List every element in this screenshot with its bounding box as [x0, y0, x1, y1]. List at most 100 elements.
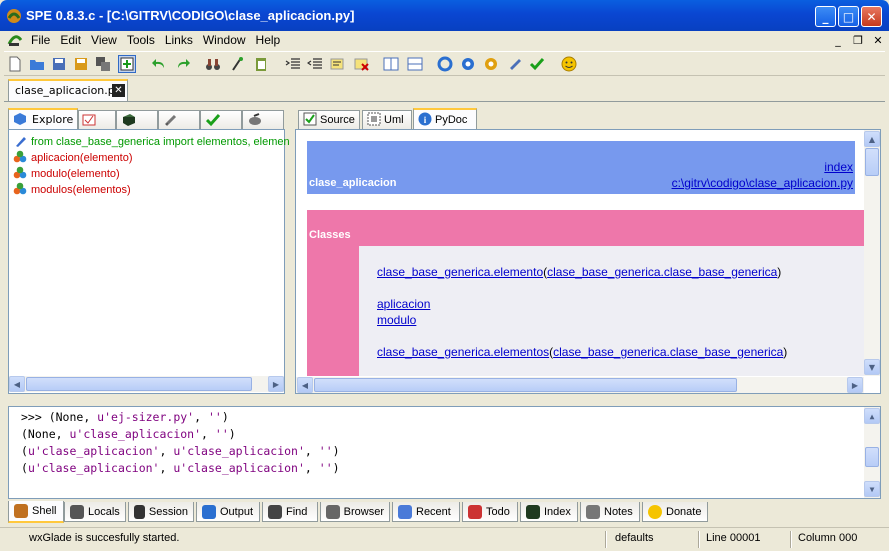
menu-file[interactable]: File — [26, 31, 55, 49]
scroll-left-icon[interactable]: ◀ — [297, 377, 313, 393]
menu-help[interactable]: Help — [251, 31, 286, 49]
tab-session[interactable]: Session — [128, 502, 194, 522]
tab-output[interactable]: Output — [196, 502, 260, 522]
explore-tree[interactable]: from clase_base_generica import elemento… — [8, 129, 290, 394]
tree-item[interactable]: aplicacion(elemento) — [13, 150, 133, 166]
tree-item[interactable]: modulos(elementos) — [13, 182, 131, 198]
class-entry: clase_base_generica.elementos(clase_base… — [377, 345, 787, 359]
paste-icon[interactable] — [252, 55, 270, 73]
save-icon[interactable] — [50, 55, 68, 73]
tab-index[interactable] — [116, 110, 158, 129]
tab-source[interactable]: Source — [298, 110, 360, 129]
menu-window[interactable]: Window — [198, 31, 251, 49]
scroll-thumb[interactable] — [865, 148, 879, 176]
tab-index[interactable]: Index — [520, 502, 578, 522]
mdi-restore-button[interactable]: ❐ — [850, 32, 866, 48]
tree-item-label: modulo(elemento) — [31, 168, 120, 180]
module-path-link[interactable]: c:\gitrv\codigo\clase_aplicacion.py — [672, 176, 853, 190]
menu-view[interactable]: View — [86, 31, 122, 49]
find-binoculars-icon[interactable] — [204, 55, 222, 73]
tree-item[interactable]: from clase_base_generica import elemento… — [13, 134, 290, 150]
scroll-left-icon[interactable]: ◀ — [9, 376, 25, 392]
tab-shell[interactable]: Shell — [8, 501, 64, 523]
vertical-scrollbar[interactable]: ▲ ▼ — [864, 407, 880, 498]
run-gear-icon[interactable] — [482, 55, 500, 73]
menu-links[interactable]: Links — [160, 31, 198, 49]
base-class-link[interactable]: clase_base_generica.clase_base_generica — [547, 265, 777, 279]
scroll-thumb[interactable] — [26, 377, 252, 391]
new-file-icon[interactable] — [6, 55, 24, 73]
tab-check[interactable] — [200, 110, 242, 129]
tab-uml[interactable]: Uml — [362, 110, 412, 129]
minimize-button[interactable]: _ — [815, 6, 836, 27]
shell-text: , — [304, 444, 319, 458]
refresh-icon[interactable] — [436, 55, 454, 73]
smiley-icon[interactable] — [560, 55, 578, 73]
explore-icon — [13, 112, 27, 129]
settings-gear-icon[interactable] — [459, 55, 477, 73]
tab-explore[interactable]: Explore — [8, 108, 78, 130]
scroll-down-icon[interactable]: ▼ — [864, 481, 880, 497]
debug-icon[interactable] — [506, 55, 524, 73]
scroll-down-icon[interactable]: ▼ — [864, 359, 880, 375]
divider — [790, 531, 792, 548]
tab-browser[interactable] — [242, 110, 284, 129]
tab-browser[interactable]: Browser — [320, 502, 390, 522]
pydoc-view[interactable]: clase_aplicacion index c:\gitrv\codigo\c… — [295, 129, 881, 394]
redo-icon[interactable] — [174, 55, 192, 73]
menu-edit[interactable]: Edit — [55, 31, 86, 49]
class-entry: clase_base_generica.elemento(clase_base_… — [377, 265, 781, 279]
uncomment-icon[interactable] — [352, 55, 370, 73]
scroll-up-icon[interactable]: ▲ — [864, 408, 880, 424]
tab-pydoc[interactable]: i PyDoc — [413, 108, 477, 130]
tab-explore-label: Explore — [32, 113, 74, 126]
tab-notes[interactable]: Notes — [580, 502, 640, 522]
indent-icon[interactable] — [284, 55, 302, 73]
horizontal-scrollbar[interactable]: ◀ ▶ — [9, 376, 284, 392]
tab-donate[interactable]: Donate — [642, 502, 708, 522]
maximize-button[interactable]: □ — [838, 6, 859, 27]
split-horizontal-icon[interactable] — [406, 55, 424, 73]
base-class-link[interactable]: clase_base_generica.clase_base_generica — [553, 345, 783, 359]
horizontal-scrollbar[interactable]: ◀ ▶ — [296, 377, 864, 393]
scroll-right-icon[interactable]: ▶ — [268, 376, 284, 392]
import-icon — [13, 134, 27, 151]
new-module-icon[interactable] — [118, 55, 136, 73]
class-link[interactable]: clase_base_generica.elemento — [377, 265, 543, 279]
dedent-icon[interactable] — [306, 55, 324, 73]
tab-locals[interactable]: Locals — [64, 502, 126, 522]
tab-recent[interactable]: Recent — [392, 502, 460, 522]
close-button[interactable]: ✕ — [861, 6, 882, 27]
tab-find[interactable]: Find — [262, 502, 318, 522]
mdi-minimize-button[interactable]: _ — [830, 32, 846, 48]
jump-icon[interactable] — [228, 55, 246, 73]
document-tab[interactable]: clase_aplicacion.py ✕ — [8, 79, 128, 101]
vertical-scrollbar[interactable]: ▲ ▼ — [864, 130, 880, 376]
scroll-right-icon[interactable]: ▶ — [847, 377, 863, 393]
tab-todo[interactable] — [78, 110, 116, 129]
title-bar[interactable]: SPE 0.8.3.c - [C:\GITRV\CODIGO\clase_apl… — [0, 0, 889, 31]
comment-icon[interactable] — [328, 55, 346, 73]
index-link[interactable]: index — [824, 160, 853, 174]
tab-todo[interactable]: Todo — [462, 502, 518, 522]
check-icon[interactable] — [528, 55, 546, 73]
class-link[interactable]: clase_base_generica.elementos — [377, 345, 549, 359]
split-vertical-icon[interactable] — [382, 55, 400, 73]
close-tab-icon[interactable]: ✕ — [112, 84, 125, 97]
menu-tools[interactable]: Tools — [122, 31, 160, 49]
mdi-close-button[interactable]: ✕ — [870, 32, 886, 48]
scroll-up-icon[interactable]: ▲ — [864, 131, 880, 147]
tab-notes[interactable] — [158, 110, 200, 129]
scroll-thumb[interactable] — [314, 378, 737, 392]
open-file-icon[interactable] — [28, 55, 46, 73]
shell-console[interactable]: >>> (None, u'ej-sizer.py', '') (None, u'… — [8, 406, 881, 499]
save-all-icon[interactable] — [94, 55, 112, 73]
save-as-icon[interactable] — [72, 55, 90, 73]
shell-text: , — [304, 461, 319, 475]
class-link[interactable]: modulo — [377, 313, 416, 327]
tree-item[interactable]: modulo(elemento) — [13, 166, 120, 182]
undo-icon[interactable] — [150, 55, 168, 73]
status-bar: wxGlade is succesfully started. defaults… — [0, 527, 889, 551]
scroll-thumb[interactable] — [865, 447, 879, 467]
class-link[interactable]: aplicacion — [377, 297, 430, 311]
